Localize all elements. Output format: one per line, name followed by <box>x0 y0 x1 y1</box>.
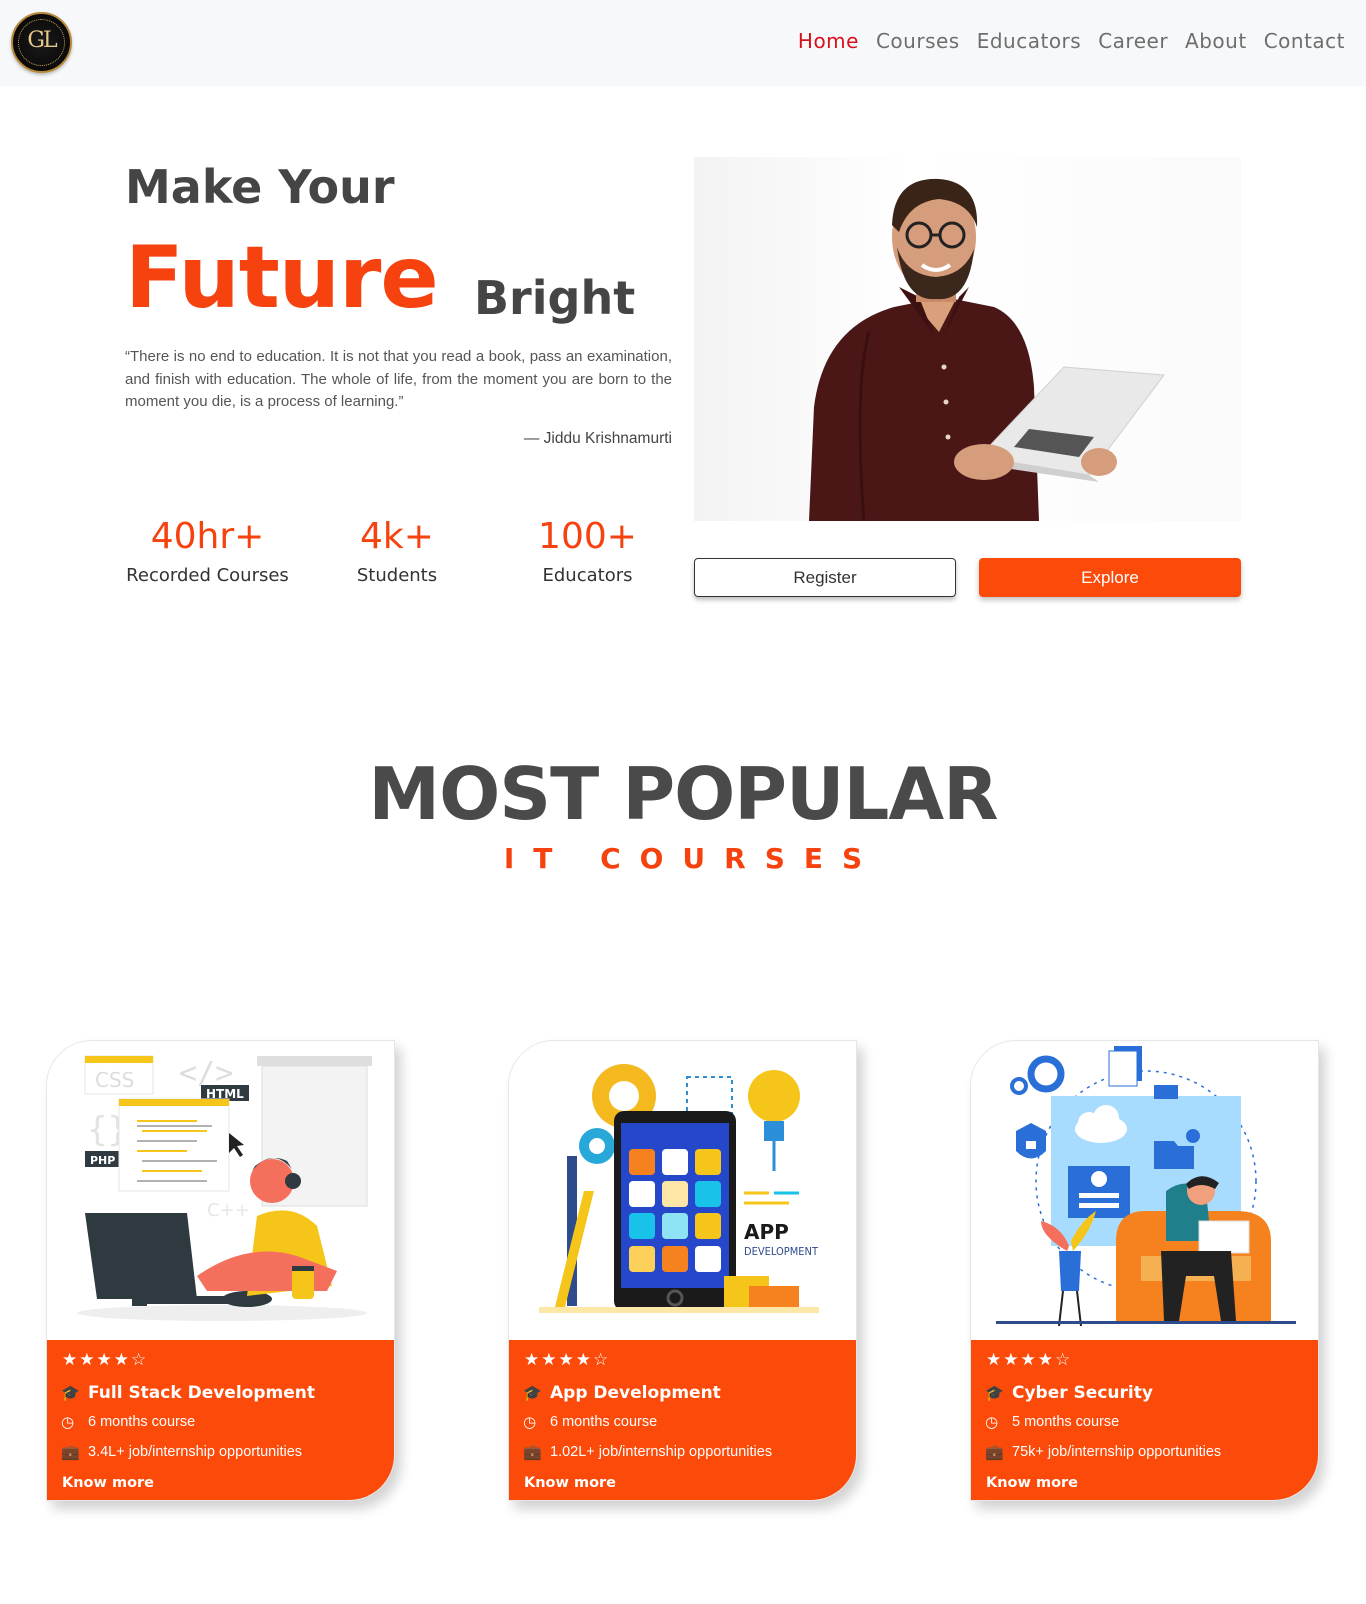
course-opportunities: 75k+ job/internship opportunities <box>1012 1444 1222 1460</box>
app-label: APP <box>744 1220 789 1244</box>
stat-label: Recorded Courses <box>126 565 289 586</box>
clock-icon: ◷ <box>985 1413 999 1431</box>
briefcase-icon: 💼 <box>61 1443 80 1461</box>
know-more-link[interactable]: Know more <box>986 1475 1078 1491</box>
course-card-cyber-security[interactable]: ★★★★☆ 🎓 Cyber Security ◷ 5 months course… <box>970 1040 1319 1501</box>
rating-stars: ★★★★☆ <box>524 1350 611 1370</box>
hero-heading-highlight: Future <box>125 228 439 328</box>
course-duration: 6 months course <box>550 1414 658 1430</box>
course-card-full-stack[interactable]: CSS </> HTML {} PHP C++ ★★★★☆ 🎓 Full Sta… <box>46 1040 395 1501</box>
hero-heading-line1: Make Your <box>125 160 395 214</box>
know-more-link[interactable]: Know more <box>524 1475 616 1491</box>
nav-about[interactable]: About <box>1185 29 1247 53</box>
stat-educators: 100+ Educators <box>510 516 665 586</box>
register-button[interactable]: Register <box>694 558 956 597</box>
development-label: DEVELOPMENT <box>744 1245 819 1258</box>
full-stack-illustration: CSS </> HTML {} PHP C++ <box>47 1041 394 1340</box>
course-title: Full Stack Development <box>88 1383 315 1403</box>
briefcase-icon: 💼 <box>985 1443 1004 1461</box>
brand-logo[interactable]: GL <box>11 12 72 73</box>
course-duration: 5 months course <box>1012 1414 1120 1430</box>
nav-links: Home Courses Educators Career About Cont… <box>781 29 1345 53</box>
course-duration: 6 months course <box>88 1414 196 1430</box>
app-development-illustration: APP DEVELOPMENT <box>509 1041 856 1340</box>
section-subtitle: IT COURSES <box>503 842 882 875</box>
php-label: PHP <box>90 1154 115 1167</box>
graduation-cap-icon: 🎓 <box>985 1384 1004 1402</box>
rating-stars: ★★★★☆ <box>62 1350 149 1370</box>
stat-value: 4k+ <box>360 516 434 557</box>
cyber-security-illustration <box>971 1041 1318 1340</box>
section-title: MOST POPULAR <box>368 752 998 836</box>
clock-icon: ◷ <box>61 1413 75 1431</box>
course-title: App Development <box>550 1383 721 1403</box>
explore-button[interactable]: Explore <box>979 558 1241 597</box>
stat-value: 100+ <box>538 516 637 557</box>
card-body: ★★★★☆ 🎓 Full Stack Development ◷ 6 month… <box>47 1340 394 1500</box>
course-opportunities: 1.02L+ job/internship opportunities <box>550 1444 773 1460</box>
stat-value: 40hr+ <box>150 516 265 557</box>
course-opportunities: 3.4L+ job/internship opportunities <box>88 1444 303 1460</box>
clock-icon: ◷ <box>523 1413 537 1431</box>
rating-stars: ★★★★☆ <box>986 1350 1073 1370</box>
stat-label: Students <box>356 565 438 586</box>
stat-students: 4k+ Students <box>322 516 472 586</box>
stat-recorded-courses: 40hr+ Recorded Courses <box>120 516 295 586</box>
know-more-link[interactable]: Know more <box>62 1475 154 1491</box>
stat-label: Educators <box>542 565 633 586</box>
card-body: ★★★★☆ 🎓 Cyber Security ◷ 5 months course… <box>971 1340 1318 1500</box>
graduation-cap-icon: 🎓 <box>523 1384 542 1402</box>
briefcase-icon: 💼 <box>523 1443 542 1461</box>
nav-home[interactable]: Home <box>798 29 859 53</box>
hero-quote: “There is no end to education. It is not… <box>125 348 672 410</box>
cpp-label: C++ <box>207 1200 250 1221</box>
nav-contact[interactable]: Contact <box>1264 29 1345 53</box>
quote-author: — Jiddu Krishnamurti <box>523 430 672 447</box>
hero-heading-line2: Bright <box>474 271 636 325</box>
course-title: Cyber Security <box>1012 1383 1153 1403</box>
nav-career[interactable]: Career <box>1098 29 1168 53</box>
graduation-cap-icon: 🎓 <box>61 1384 80 1402</box>
hero-man-with-laptop-image <box>694 157 1241 521</box>
nav-educators[interactable]: Educators <box>977 29 1081 53</box>
navbar: GL Home Courses Educators Career About C… <box>0 0 1366 86</box>
css-label: CSS <box>95 1068 134 1092</box>
nav-courses[interactable]: Courses <box>876 29 960 53</box>
course-card-app-dev[interactable]: APP DEVELOPMENT ★★★★☆ 🎓 App Development … <box>508 1040 857 1501</box>
logo-letters: GL <box>27 28 57 53</box>
card-body: ★★★★☆ 🎓 App Development ◷ 6 months cours… <box>509 1340 856 1500</box>
